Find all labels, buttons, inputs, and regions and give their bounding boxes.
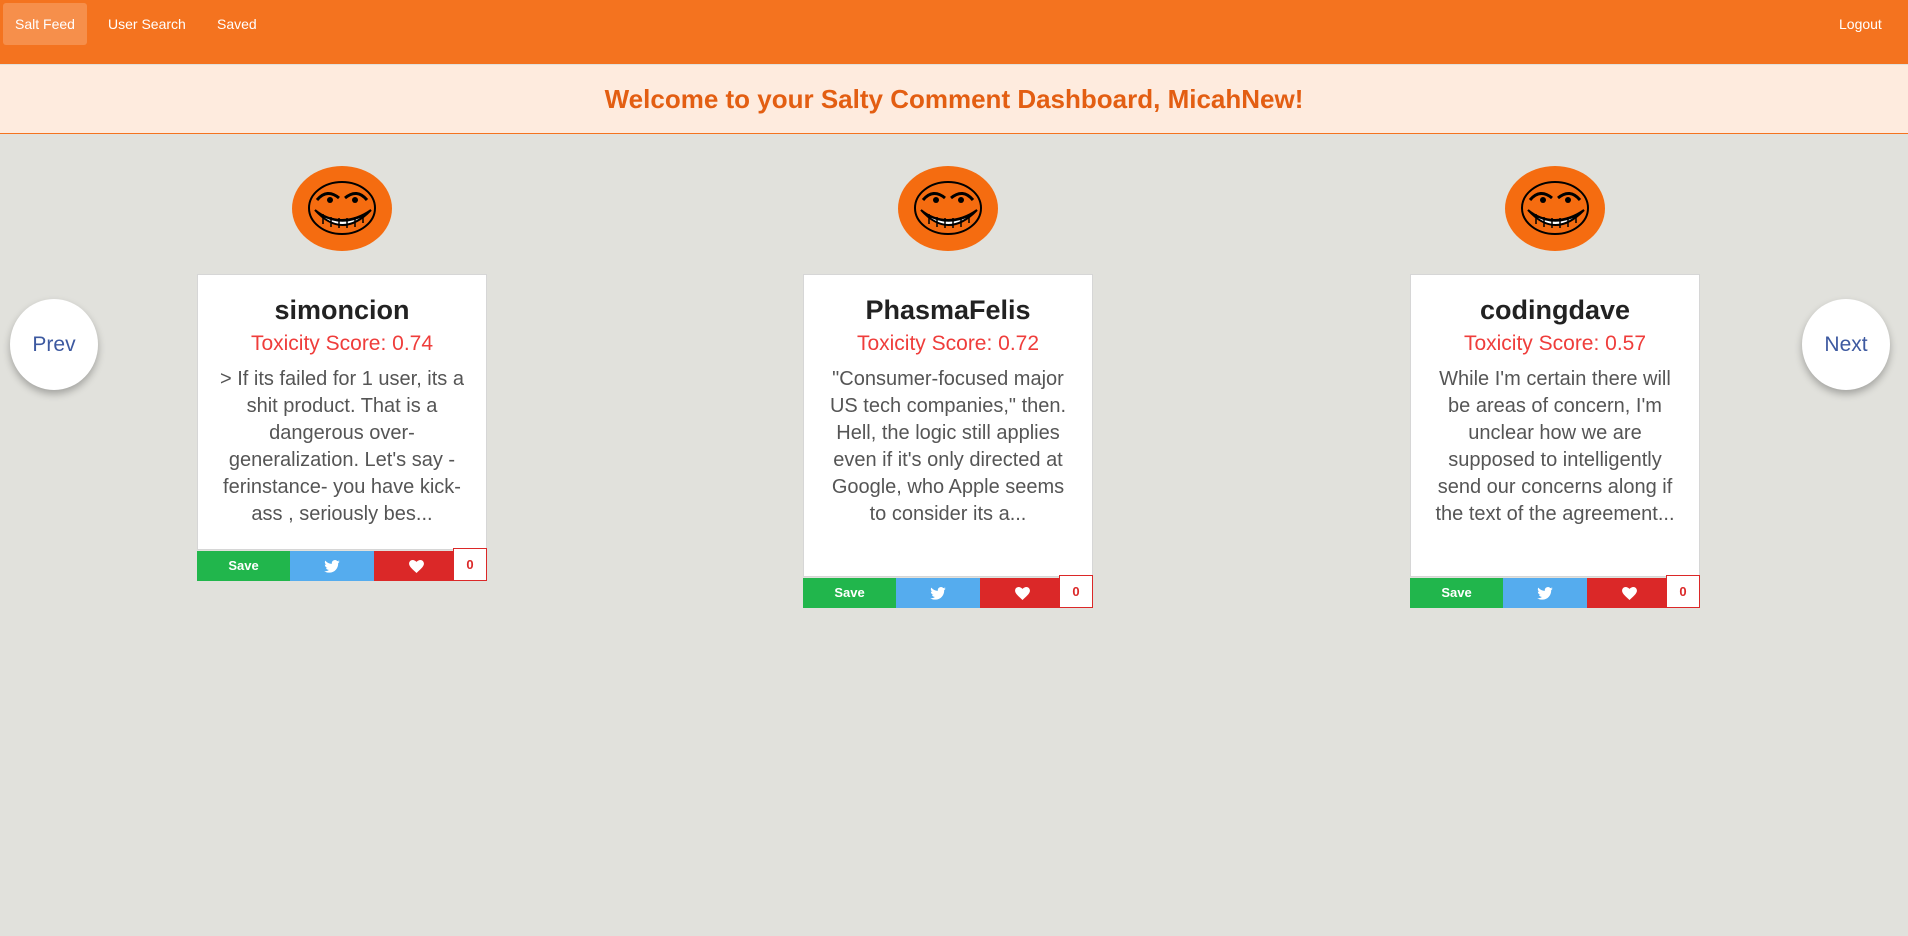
comment-text: > If its failed for 1 user, its a shit p…	[219, 368, 464, 525]
like-count: 0	[1059, 575, 1093, 608]
like-count: 0	[1666, 575, 1700, 608]
prev-button[interactable]: Prev	[10, 299, 98, 390]
tweet-button[interactable]	[1503, 578, 1587, 608]
tweet-button[interactable]	[290, 551, 374, 581]
card-username[interactable]: codingdave	[1411, 295, 1699, 326]
heart-icon	[408, 559, 424, 573]
tweet-button[interactable]	[896, 578, 980, 608]
comment-card: PhasmaFelis Toxicity Score: 0.72 "Consum…	[803, 274, 1093, 577]
like-count: 0	[453, 548, 487, 581]
troll-face-icon	[292, 166, 392, 251]
troll-face-icon	[1505, 166, 1605, 251]
comment-card: simoncion Toxicity Score: 0.74 > If its …	[197, 274, 487, 550]
nav-saved[interactable]: Saved	[205, 3, 269, 45]
card-actions: Save 0	[197, 548, 487, 581]
like-button[interactable]	[374, 551, 458, 581]
comment-text: "Consumer-focused major US tech companie…	[829, 368, 1067, 525]
like-button[interactable]	[1587, 578, 1671, 608]
toxicity-score: Toxicity Score: 0.57	[1463, 332, 1647, 355]
top-navbar: Salt Feed User Search Saved Logout	[0, 0, 1908, 64]
welcome-message: Welcome to your Salty Comment Dashboard,…	[604, 83, 1304, 114]
comment-card: codingdave Toxicity Score: 0.57 While I'…	[1410, 274, 1700, 577]
troll-face-icon	[898, 166, 998, 251]
comment-text: While I'm certain there will be areas of…	[1435, 368, 1675, 525]
card-actions: Save 0	[803, 575, 1093, 608]
like-button[interactable]	[980, 578, 1064, 608]
nav-salt-feed[interactable]: Salt Feed	[3, 3, 87, 45]
save-button[interactable]: Save	[803, 578, 896, 608]
card-username[interactable]: PhasmaFelis	[804, 295, 1092, 326]
card-username[interactable]: simoncion	[198, 295, 486, 326]
twitter-icon	[1537, 586, 1553, 600]
heart-icon	[1621, 586, 1637, 600]
toxicity-score: Toxicity Score: 0.74	[250, 332, 434, 355]
heart-icon	[1014, 586, 1030, 600]
card-actions: Save 0	[1410, 575, 1700, 608]
nav-user-search[interactable]: User Search	[96, 3, 198, 45]
nav-logout[interactable]: Logout	[1827, 3, 1894, 45]
save-button[interactable]: Save	[1410, 578, 1503, 608]
twitter-icon	[930, 586, 946, 600]
welcome-banner: Welcome to your Salty Comment Dashboard,…	[0, 65, 1908, 134]
twitter-icon	[324, 559, 340, 573]
next-button[interactable]: Next	[1802, 299, 1890, 390]
toxicity-score: Toxicity Score: 0.72	[856, 332, 1040, 355]
save-button[interactable]: Save	[197, 551, 290, 581]
